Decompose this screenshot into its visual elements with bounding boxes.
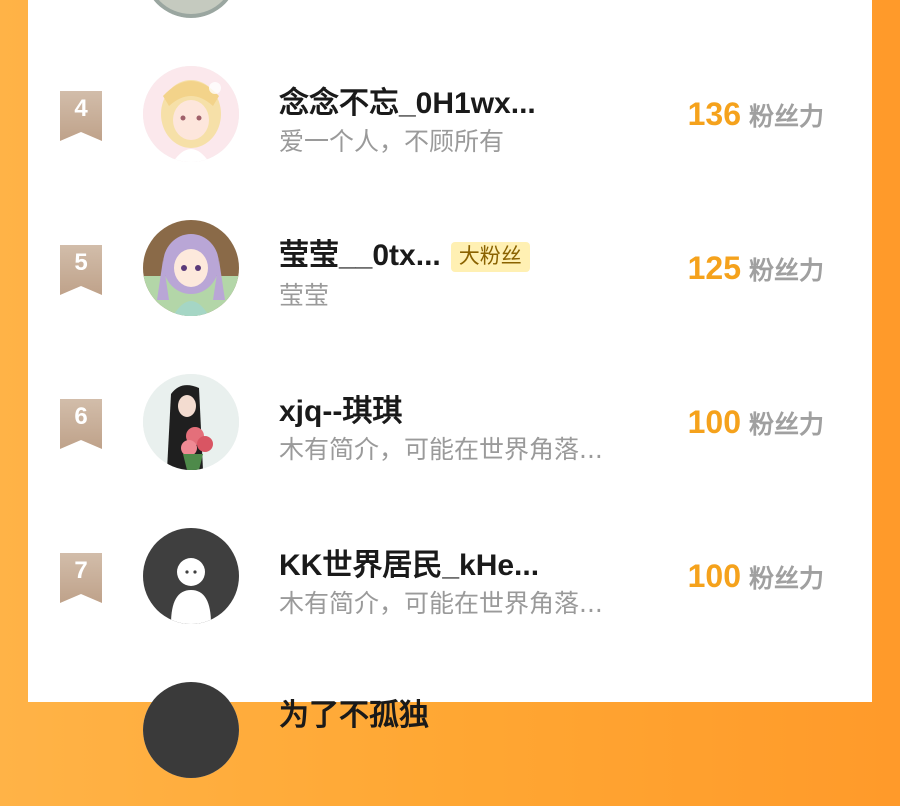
score-value: 136 bbox=[687, 96, 741, 132]
score-value: 100 bbox=[687, 404, 741, 440]
username[interactable]: 为了不孤独 bbox=[279, 690, 429, 734]
anime-girl-blonde-avatar-icon bbox=[143, 66, 239, 162]
big-fan-badge: 大粉丝 bbox=[450, 242, 530, 273]
avatar[interactable] bbox=[143, 220, 239, 316]
avatar[interactable] bbox=[143, 528, 239, 624]
rank-badge: 7 bbox=[60, 553, 102, 603]
score-unit: 粉丝力 bbox=[748, 257, 824, 285]
username[interactable]: KK世界居民_kHe... bbox=[279, 540, 539, 584]
score-value: 125 bbox=[687, 250, 741, 286]
fan-power-score: 125 粉丝力 bbox=[688, 250, 824, 287]
avatar-partial-top[interactable] bbox=[143, 0, 239, 18]
user-bio: 木有简介，可能在世界角落... bbox=[279, 435, 603, 464]
avatar[interactable] bbox=[143, 374, 239, 470]
default-user-avatar-icon bbox=[143, 528, 239, 624]
username[interactable]: xjq--琪琪 bbox=[279, 386, 402, 430]
user-bio: 木有简介，可能在世界角落... bbox=[279, 589, 603, 618]
fan-power-score: 136 粉丝力 bbox=[688, 96, 824, 133]
score-unit: 粉丝力 bbox=[748, 565, 824, 593]
avatar[interactable] bbox=[143, 682, 239, 778]
anime-girl-purple-hair-avatar-icon bbox=[143, 220, 239, 316]
score-unit: 粉丝力 bbox=[748, 411, 824, 439]
username[interactable]: 莹莹__0tx... 大粉丝 bbox=[279, 230, 530, 274]
girl-with-flowers-avatar-icon bbox=[143, 374, 239, 470]
avatar[interactable] bbox=[143, 66, 239, 162]
user-bio: 莹莹 bbox=[279, 281, 330, 310]
rank-badge: 4 bbox=[60, 91, 102, 141]
fan-ranking-panel: 4 念念不忘_0H1wx... 爱一个人，不顾所有 136 粉丝力 5 莹莹__… bbox=[28, 0, 872, 778]
username[interactable]: 念念不忘_0H1wx... bbox=[279, 78, 536, 122]
score-unit: 粉丝力 bbox=[748, 103, 824, 131]
ranking-row-6[interactable]: 6 xjq--琪琪 木有简介，可能在世界角落... 100 粉丝力 bbox=[28, 348, 872, 498]
fan-power-score: 100 粉丝力 bbox=[688, 558, 824, 595]
ranking-row-5[interactable]: 5 莹莹__0tx... 大粉丝 莹莹 125 粉丝力 bbox=[28, 194, 872, 344]
ranking-row-7[interactable]: 7 KK世界居民_kHe... 木有简介，可能在世界角落... 100 粉丝力 bbox=[28, 502, 872, 652]
ranking-row-8-partial[interactable]: 为了不孤独 bbox=[28, 656, 872, 806]
rank-badge: 5 bbox=[60, 245, 102, 295]
score-value: 100 bbox=[687, 558, 741, 594]
fan-power-score: 100 粉丝力 bbox=[688, 404, 824, 441]
dark-avatar-icon bbox=[143, 682, 239, 778]
ranking-row-4[interactable]: 4 念念不忘_0H1wx... 爱一个人，不顾所有 136 粉丝力 bbox=[28, 40, 872, 190]
user-bio: 爱一个人，不顾所有 bbox=[279, 127, 505, 156]
rank-badge: 6 bbox=[60, 399, 102, 449]
